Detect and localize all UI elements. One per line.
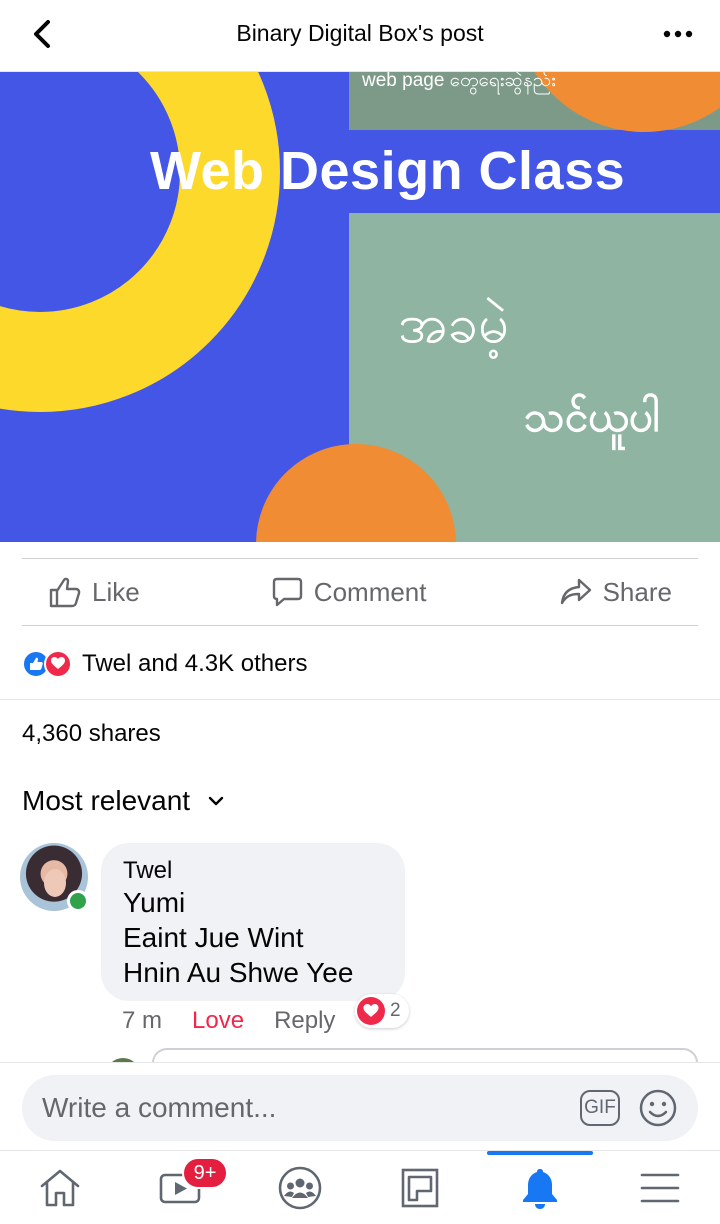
comment-button[interactable]: Comment: [246, 576, 453, 608]
chevron-down-icon: [208, 796, 224, 806]
nav-notifications[interactable]: [480, 1151, 600, 1224]
page-title: Binary Digital Box's post: [236, 20, 484, 46]
reaction-icons: [22, 649, 72, 678]
comment-line: Eaint Jue Wint: [123, 922, 304, 953]
comment-line: Hnin Au Shwe Yee: [123, 957, 354, 988]
notification-badge: 9+: [182, 1157, 228, 1189]
banner-line-1: အခမဲ့: [398, 294, 509, 354]
online-status-dot: [67, 890, 89, 912]
comment-reaction-count: 2: [390, 1000, 401, 1021]
groups-icon: [278, 1166, 322, 1210]
comment-label: Comment: [313, 576, 427, 607]
comment-sort-dropdown[interactable]: Most relevant: [22, 785, 224, 817]
nav-home[interactable]: [0, 1151, 120, 1224]
more-options-button[interactable]: [658, 14, 698, 54]
share-label: Share: [602, 576, 672, 607]
comment-bubble[interactable]: Twel Yumi Eaint Jue Wint Hnin Au Shwe Ye…: [101, 843, 405, 1001]
nav-groups[interactable]: [240, 1151, 360, 1224]
top-bar: Binary Digital Box's post: [0, 0, 720, 72]
more-horizontal-icon: [663, 30, 693, 38]
comment-input[interactable]: Write a comment... GIF: [22, 1075, 698, 1141]
gif-icon: GIF: [584, 1097, 616, 1118]
banner-subtitle: web page တွေရေးဆွဲနည်း: [362, 72, 556, 91]
banner-title: Web Design Class: [150, 141, 626, 201]
nav-watch[interactable]: 9+: [120, 1151, 240, 1224]
nav-pages[interactable]: [360, 1151, 480, 1224]
comment-line: Yumi: [123, 887, 186, 918]
comment-meta: 7 m Love Reply: [122, 1007, 335, 1035]
home-icon: [40, 1169, 80, 1207]
bell-icon: [523, 1169, 557, 1209]
comment-time: 7 m: [122, 1007, 163, 1034]
comment-love-button[interactable]: Love: [192, 1007, 244, 1035]
yellow-ring-shape: [0, 72, 280, 412]
comment-input-placeholder: Write a comment...: [42, 1092, 277, 1123]
smiley-icon[interactable]: [638, 1088, 678, 1128]
sort-label: Most relevant: [22, 785, 191, 816]
share-button[interactable]: Share: [533, 577, 698, 608]
share-arrow-icon: [560, 578, 591, 605]
pages-icon: [401, 1168, 439, 1208]
heart-icon: [357, 997, 385, 1025]
gif-button[interactable]: GIF: [580, 1090, 620, 1126]
comment-reply-button[interactable]: Reply: [274, 1007, 335, 1035]
reactions-summary[interactable]: Twel and 4.3K others: [0, 628, 720, 700]
comment-reaction-badge[interactable]: 2: [355, 994, 409, 1028]
like-button[interactable]: Like: [22, 576, 166, 608]
love-reaction-icon: [44, 649, 72, 678]
post-image[interactable]: web page တွေရေးဆွဲနည်း Web Design Class …: [0, 72, 720, 542]
menu-icon: [640, 1173, 680, 1203]
comment-author[interactable]: Twel: [123, 857, 383, 885]
nav-menu[interactable]: [600, 1151, 720, 1224]
like-label: Like: [92, 576, 140, 607]
banner-line-2: သင်ယူပါ: [524, 393, 660, 440]
shares-count[interactable]: 4,360 shares: [22, 720, 161, 748]
bottom-nav: 9+: [0, 1150, 720, 1224]
comment-bubble-icon: [272, 577, 302, 607]
thumbs-up-icon: [49, 577, 81, 608]
reactions-count: Twel and 4.3K others: [82, 649, 308, 677]
post-action-bar: Like Comment Share: [22, 558, 698, 626]
comment-composer-bar: Write a comment... GIF: [0, 1062, 720, 1150]
